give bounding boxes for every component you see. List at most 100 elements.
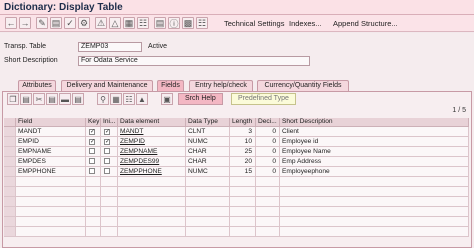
- column-header-data-type[interactable]: Data Type: [186, 118, 230, 127]
- row-selector[interactable]: [4, 157, 16, 167]
- select-all-icon[interactable]: ▦: [110, 93, 122, 105]
- empty-cell[interactable]: [280, 197, 469, 207]
- empty-cell[interactable]: [86, 207, 101, 217]
- empty-cell[interactable]: [16, 177, 86, 187]
- row-selector[interactable]: [4, 197, 16, 207]
- row-selector[interactable]: [4, 217, 16, 227]
- check-icon[interactable]: ✓: [64, 17, 76, 29]
- empty-cell[interactable]: [186, 227, 230, 237]
- empty-cell[interactable]: [101, 217, 118, 227]
- initial-checkbox[interactable]: [101, 147, 118, 157]
- empty-cell[interactable]: [86, 177, 101, 187]
- empty-cell[interactable]: [230, 197, 256, 207]
- initial-checkbox[interactable]: [101, 157, 118, 167]
- empty-cell[interactable]: [280, 187, 469, 197]
- data-element-link[interactable]: ZEMPDES99: [118, 157, 186, 167]
- empty-row[interactable]: [4, 187, 469, 197]
- column-header-length[interactable]: Length: [230, 118, 256, 127]
- back-icon[interactable]: ←: [5, 17, 17, 29]
- empty-cell[interactable]: [118, 177, 186, 187]
- empty-cell[interactable]: [186, 197, 230, 207]
- column-header-data-element[interactable]: Data element: [118, 118, 186, 127]
- empty-cell[interactable]: [230, 217, 256, 227]
- empty-row[interactable]: [4, 177, 469, 187]
- forward-icon[interactable]: →: [19, 17, 31, 29]
- short-description-field[interactable]: For Odata Service: [78, 56, 310, 66]
- empty-cell[interactable]: [101, 177, 118, 187]
- empty-cell[interactable]: [256, 227, 280, 237]
- documentation-icon[interactable]: ☷: [196, 17, 208, 29]
- row-selector[interactable]: [4, 177, 16, 187]
- row-selector[interactable]: [4, 187, 16, 197]
- sort-icon[interactable]: ▲: [136, 93, 148, 105]
- activate-icon[interactable]: ⚙: [78, 17, 90, 29]
- insert-row-icon[interactable]: ▤: [46, 93, 58, 105]
- empty-cell[interactable]: [118, 187, 186, 197]
- initial-checkbox[interactable]: ✓: [101, 137, 118, 147]
- field-name[interactable]: MANDT: [16, 127, 86, 137]
- row-selector[interactable]: [4, 207, 16, 217]
- empty-row[interactable]: [4, 197, 469, 207]
- cut-icon[interactable]: ✂: [33, 93, 45, 105]
- empty-cell[interactable]: [86, 227, 101, 237]
- table-row[interactable]: EMPPHONE ZEMPPHONE NUMC 15 0 Employeepho…: [4, 167, 469, 177]
- empty-cell[interactable]: [101, 207, 118, 217]
- empty-cell[interactable]: [16, 217, 86, 227]
- hierarchy-icon[interactable]: ▦: [123, 17, 135, 29]
- empty-cell[interactable]: [230, 177, 256, 187]
- empty-cell[interactable]: [230, 207, 256, 217]
- empty-cell[interactable]: [230, 187, 256, 197]
- empty-row[interactable]: [4, 217, 469, 227]
- table-row[interactable]: EMPNAME ZEMPNAME CHAR 25 0 Employee Name: [4, 147, 469, 157]
- empty-cell[interactable]: [186, 217, 230, 227]
- append-structure-button[interactable]: Append Structure...: [333, 17, 398, 29]
- where-used-icon[interactable]: △: [109, 17, 121, 29]
- empty-cell[interactable]: [280, 217, 469, 227]
- empty-cell[interactable]: [230, 227, 256, 237]
- row-selector[interactable]: [4, 167, 16, 177]
- row-selector[interactable]: [4, 227, 16, 237]
- initial-checkbox[interactable]: ✓: [101, 127, 118, 137]
- column-header-short-description[interactable]: Short Description: [280, 118, 469, 127]
- technical-settings-button[interactable]: Technical Settings: [224, 17, 284, 29]
- row-selector-header[interactable]: [4, 118, 16, 127]
- other-object-icon[interactable]: ✎: [36, 17, 48, 29]
- empty-cell[interactable]: [118, 217, 186, 227]
- empty-cell[interactable]: [101, 197, 118, 207]
- empty-cell[interactable]: [186, 207, 230, 217]
- empty-cell[interactable]: [86, 187, 101, 197]
- column-header-field[interactable]: Field: [16, 118, 86, 127]
- column-header-initial[interactable]: Ini...: [101, 118, 118, 127]
- search-help-icon[interactable]: ▣: [161, 93, 173, 105]
- navigation-icon[interactable]: ▩: [182, 17, 194, 29]
- find-icon[interactable]: ⚲: [97, 93, 109, 105]
- empty-cell[interactable]: [86, 217, 101, 227]
- empty-cell[interactable]: [256, 207, 280, 217]
- key-checkbox[interactable]: [86, 147, 101, 157]
- table-name-field[interactable]: ZEMP03: [78, 42, 142, 52]
- empty-cell[interactable]: [118, 197, 186, 207]
- info-icon[interactable]: ⓘ: [168, 17, 180, 29]
- empty-cell[interactable]: [256, 177, 280, 187]
- data-element-link[interactable]: ZEMPID: [118, 137, 186, 147]
- empty-cell[interactable]: [16, 187, 86, 197]
- key-checkbox[interactable]: ✓: [86, 127, 101, 137]
- predefined-type-button[interactable]: Predefined Type: [231, 93, 296, 105]
- empty-cell[interactable]: [101, 187, 118, 197]
- table-row[interactable]: EMPDES ZEMPDES99 CHAR 20 0 Emp Address: [4, 157, 469, 167]
- display-change-icon[interactable]: ▤: [50, 17, 62, 29]
- column-header-decimals[interactable]: Deci...: [256, 118, 280, 127]
- data-element-link[interactable]: ZEMPPHONE: [118, 167, 186, 177]
- field-name[interactable]: EMPDES: [16, 157, 86, 167]
- column-header-key[interactable]: Key: [86, 118, 101, 127]
- row-selector[interactable]: [4, 147, 16, 157]
- deselect-icon[interactable]: ☷: [123, 93, 135, 105]
- key-checkbox[interactable]: ✓: [86, 137, 101, 147]
- field-name[interactable]: EMPID: [16, 137, 86, 147]
- empty-cell[interactable]: [256, 217, 280, 227]
- initial-checkbox[interactable]: [101, 167, 118, 177]
- key-checkbox[interactable]: [86, 167, 101, 177]
- copy-icon[interactable]: ❐: [7, 93, 19, 105]
- field-name[interactable]: EMPNAME: [16, 147, 86, 157]
- empty-cell[interactable]: [280, 207, 469, 217]
